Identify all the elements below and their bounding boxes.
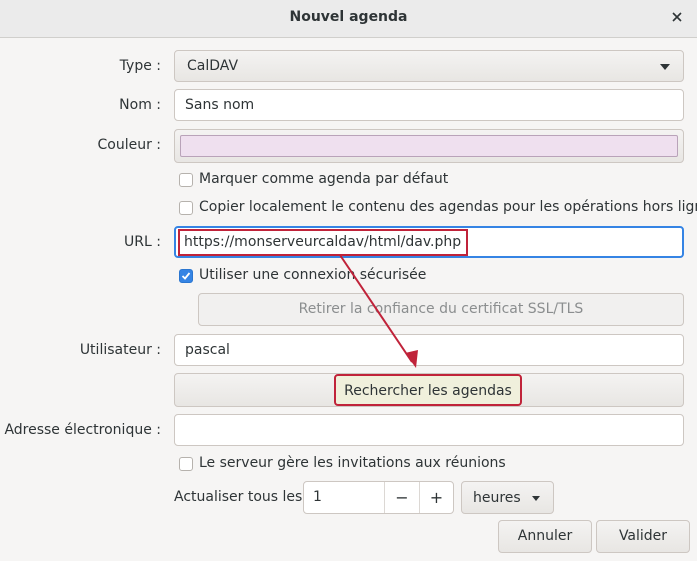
adresse-label: Adresse électronique : bbox=[4, 422, 161, 438]
default-calendar-checkbox[interactable] bbox=[179, 173, 193, 187]
remove-ssl-trust-button[interactable]: Retirer la confiance du certificat SSL/T… bbox=[198, 293, 684, 326]
validate-button[interactable]: Valider bbox=[596, 520, 690, 553]
secure-connection-checkbox[interactable] bbox=[179, 269, 193, 283]
url-label: URL : bbox=[124, 234, 161, 250]
dialog-title: Nouvel agenda bbox=[289, 9, 408, 25]
offline-copy-checkbox[interactable] bbox=[179, 201, 193, 215]
adresse-field[interactable] bbox=[174, 414, 684, 446]
decrement-button[interactable]: − bbox=[385, 482, 419, 513]
type-label: Type : bbox=[119, 58, 161, 74]
invitations-checkbox[interactable] bbox=[179, 457, 193, 471]
refresh-unit-value: heures bbox=[473, 490, 521, 506]
color-swatch bbox=[180, 135, 678, 157]
utilisateur-value: pascal bbox=[185, 342, 230, 358]
cancel-button[interactable]: Annuler bbox=[498, 520, 592, 553]
nom-field[interactable]: Sans nom bbox=[174, 89, 684, 121]
refresh-unit-dropdown[interactable]: heures bbox=[461, 481, 554, 514]
color-button[interactable] bbox=[174, 129, 684, 163]
utilisateur-label: Utilisateur : bbox=[79, 342, 161, 358]
couleur-label: Couleur : bbox=[97, 137, 161, 153]
type-dropdown[interactable]: CalDAV bbox=[174, 50, 684, 82]
increment-button[interactable]: + bbox=[420, 482, 453, 513]
chevron-down-icon bbox=[660, 64, 670, 70]
offline-copy-label: Copier localement le contenu des agendas… bbox=[199, 199, 697, 215]
annotation-arrow bbox=[339, 254, 418, 368]
type-value: CalDAV bbox=[187, 58, 239, 74]
nom-label: Nom : bbox=[119, 97, 161, 113]
search-calendars-button[interactable]: Rechercher les agendas bbox=[334, 374, 522, 406]
refresh-label: Actualiser tous les bbox=[174, 489, 303, 505]
invitations-label: Le serveur gère les invitations aux réun… bbox=[199, 455, 506, 471]
close-icon[interactable] bbox=[669, 9, 685, 25]
refresh-value[interactable]: 1 bbox=[313, 489, 322, 505]
check-icon bbox=[181, 272, 191, 280]
refresh-spinbutton: 1 − + bbox=[303, 481, 454, 514]
title-bar: Nouvel agenda bbox=[0, 0, 697, 38]
nom-value: Sans nom bbox=[185, 97, 255, 113]
default-calendar-label: Marquer comme agenda par défaut bbox=[199, 171, 449, 187]
chevron-down-icon bbox=[532, 496, 540, 501]
new-calendar-dialog: Nouvel agenda Type : CalDAV Nom : Sans n… bbox=[0, 0, 697, 561]
